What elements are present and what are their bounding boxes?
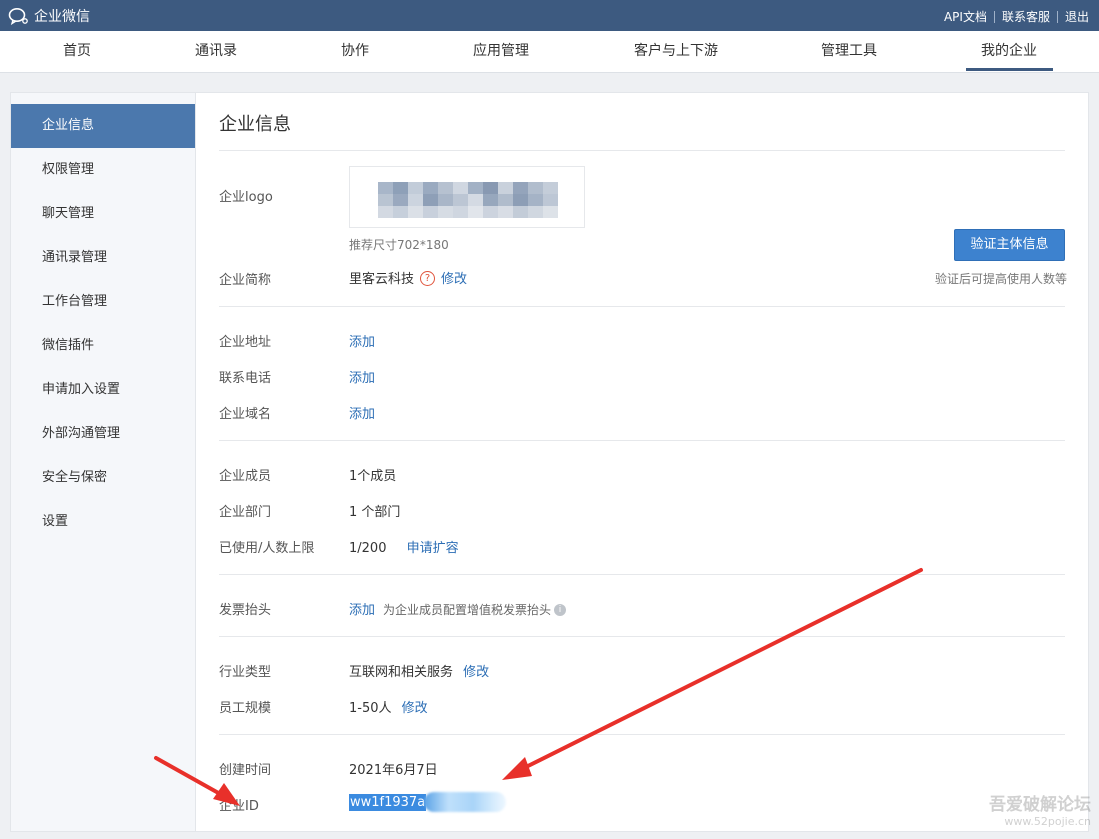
sidebar-item-security[interactable]: 安全与保密	[11, 456, 195, 500]
verify-hint: 验证后可提高使用人数等	[934, 272, 1067, 286]
page-title: 企业信息	[219, 114, 291, 135]
brand-name: 企业微信	[34, 9, 90, 25]
short-name-label: 企业简称	[219, 273, 272, 288]
usage-row: 1/200 申请扩容	[349, 537, 459, 556]
sidebar-item-external-communication[interactable]: 外部沟通管理	[11, 412, 195, 456]
top-bar: 企业微信 API文档 联系客服 退出	[0, 0, 1099, 31]
departments-value: 1 个部门	[349, 505, 401, 520]
corp-id-value[interactable]: ww1f1937a	[349, 793, 427, 811]
sidebar-item-workbench-management[interactable]: 工作台管理	[11, 280, 195, 324]
corp-id-label: 企业ID	[219, 799, 259, 814]
apply-expansion-link[interactable]: 申请扩容	[407, 541, 459, 556]
departments-label: 企业部门	[219, 505, 272, 520]
sidebar-item-enterprise-info[interactable]: 企业信息	[11, 104, 195, 148]
sidebar-item-contacts-management[interactable]: 通讯录管理	[11, 236, 195, 280]
scale-label: 员工规模	[219, 701, 272, 716]
domain-label: 企业域名	[219, 407, 272, 422]
sidebar-item-wechat-plugin[interactable]: 微信插件	[11, 324, 195, 368]
edit-scale-link[interactable]: 修改	[402, 701, 428, 716]
corp-id-row: ww1f1937a	[349, 792, 507, 812]
divider	[219, 440, 1065, 441]
nav-management-tools[interactable]: 管理工具	[821, 31, 877, 72]
edit-short-name-link[interactable]: 修改	[441, 272, 467, 287]
industry-row: 互联网和相关服务 修改	[349, 661, 489, 680]
divider	[219, 574, 1065, 575]
edit-industry-link[interactable]: 修改	[463, 665, 489, 680]
usage-label: 已使用/人数上限	[219, 541, 315, 556]
scale-value: 1-50人	[349, 701, 392, 716]
logo-size-hint: 推荐尺寸702*180	[349, 238, 449, 252]
blurred-logo	[378, 182, 558, 218]
industry-label: 行业类型	[219, 665, 272, 680]
add-phone-link[interactable]: 添加	[349, 367, 375, 386]
invoice-row: 添加 为企业成员配置增值税发票抬头 i	[349, 599, 567, 618]
main-panel: 企业信息 权限管理 聊天管理 通讯录管理 工作台管理 微信插件 申请加入设置 外…	[10, 92, 1089, 832]
phone-label: 联系电话	[219, 371, 272, 386]
verify-entity-button[interactable]: 验证主体信息	[954, 229, 1065, 261]
nav-customers[interactable]: 客户与上下游	[634, 31, 718, 72]
members-value: 1个成员	[349, 469, 397, 484]
members-label: 企业成员	[219, 469, 272, 484]
forum-watermark-url: www.52pojie.cn	[1004, 815, 1091, 828]
sidebar-item-join-settings[interactable]: 申请加入设置	[11, 368, 195, 412]
sidebar-item-chat-management[interactable]: 聊天管理	[11, 192, 195, 236]
sidebar-item-permissions[interactable]: 权限管理	[11, 148, 195, 192]
brand-logo[interactable]: 企业微信	[8, 6, 90, 26]
usage-value: 1/200	[349, 541, 387, 556]
api-docs-link[interactable]: API文档	[944, 8, 987, 25]
nav-my-enterprise[interactable]: 我的企业	[981, 31, 1037, 72]
add-address-link[interactable]: 添加	[349, 331, 375, 350]
contact-support-link[interactable]: 联系客服	[1002, 8, 1050, 25]
help-icon[interactable]: ?	[420, 271, 436, 286]
address-label: 企业地址	[219, 335, 272, 350]
corp-id-blurred	[424, 792, 507, 812]
invoice-label: 发票抬头	[219, 603, 272, 618]
top-links: API文档 联系客服 退出	[944, 8, 1089, 25]
main-nav: 首页 通讯录 协作 应用管理 客户与上下游 管理工具 我的企业	[0, 31, 1099, 73]
wecom-logo-icon	[8, 8, 28, 25]
divider	[219, 636, 1065, 637]
divider	[219, 734, 1065, 735]
add-domain-link[interactable]: 添加	[349, 403, 375, 422]
forum-watermark: 吾爱破解论坛	[989, 795, 1091, 815]
nav-contacts[interactable]: 通讯录	[195, 31, 237, 72]
sidebar-item-settings[interactable]: 设置	[11, 500, 195, 544]
scale-row: 1-50人 修改	[349, 697, 428, 716]
logo-label: 企业logo	[219, 190, 273, 205]
divider	[993, 10, 995, 23]
nav-collaboration[interactable]: 协作	[341, 31, 369, 72]
enterprise-logo-image[interactable]	[349, 166, 585, 228]
nav-home[interactable]: 首页	[63, 31, 91, 72]
nav-active-indicator	[966, 68, 1053, 71]
short-name-value: 里客云科技	[349, 272, 415, 287]
sidebar: 企业信息 权限管理 聊天管理 通讯录管理 工作台管理 微信插件 申请加入设置 外…	[11, 93, 196, 831]
industry-value: 互联网和相关服务	[349, 665, 454, 680]
invoice-note: 为企业成员配置增值税发票抬头	[383, 603, 552, 617]
divider	[219, 150, 1065, 151]
divider	[219, 306, 1065, 307]
created-label: 创建时间	[219, 763, 272, 778]
add-invoice-link[interactable]: 添加	[349, 603, 375, 618]
nav-app-management[interactable]: 应用管理	[473, 31, 529, 72]
divider	[1056, 10, 1058, 23]
short-name-row: 里客云科技? 修改	[349, 268, 467, 287]
info-icon[interactable]: i	[554, 603, 567, 616]
created-value: 2021年6月7日	[349, 763, 438, 778]
logout-link[interactable]: 退出	[1065, 8, 1089, 25]
